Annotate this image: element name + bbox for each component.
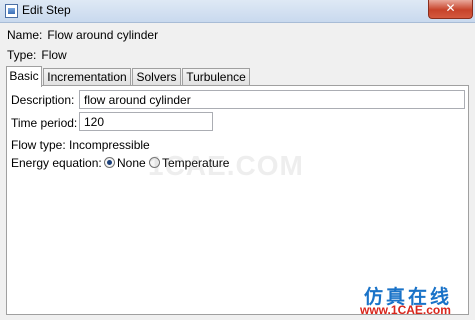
description-input[interactable]: [79, 90, 465, 109]
close-button[interactable]: ✕: [428, 0, 473, 19]
time-period-label: Time period:: [11, 116, 78, 130]
flow-type-label: Flow type:: [11, 138, 66, 152]
tab-incrementation[interactable]: Incrementation: [43, 68, 131, 85]
watermark-center: 1CAE.COM: [148, 150, 304, 181]
window-title: Edit Step: [22, 3, 71, 17]
tab-turbulence[interactable]: Turbulence: [182, 68, 250, 85]
radio-none-label[interactable]: None: [117, 156, 146, 170]
title-bar[interactable]: Edit Step ✕: [0, 0, 475, 23]
watermark-brand-url: www.1CAE.com: [360, 303, 451, 317]
tab-solvers[interactable]: Solvers: [132, 68, 181, 85]
name-label: Name:: [7, 28, 43, 42]
window-icon: [5, 4, 18, 18]
flow-type-row: Flow type: Incompressible: [11, 138, 150, 152]
basic-tab-panel: Description: Time period: Flow type: Inc…: [6, 85, 469, 315]
energy-equation-label: Energy equation:: [11, 156, 102, 170]
time-period-input[interactable]: [79, 112, 213, 131]
type-label: Type:: [7, 48, 37, 62]
step-type-row: Type: Flow: [7, 48, 67, 62]
radio-none[interactable]: [104, 157, 115, 168]
flow-type-value: Incompressible: [69, 138, 150, 152]
tab-basic[interactable]: Basic: [6, 66, 42, 87]
name-value: Flow around cylinder: [47, 28, 159, 42]
type-value: Flow: [41, 48, 67, 62]
step-name-row: Name: Flow around cylinder: [7, 28, 158, 42]
description-label: Description:: [11, 93, 75, 107]
